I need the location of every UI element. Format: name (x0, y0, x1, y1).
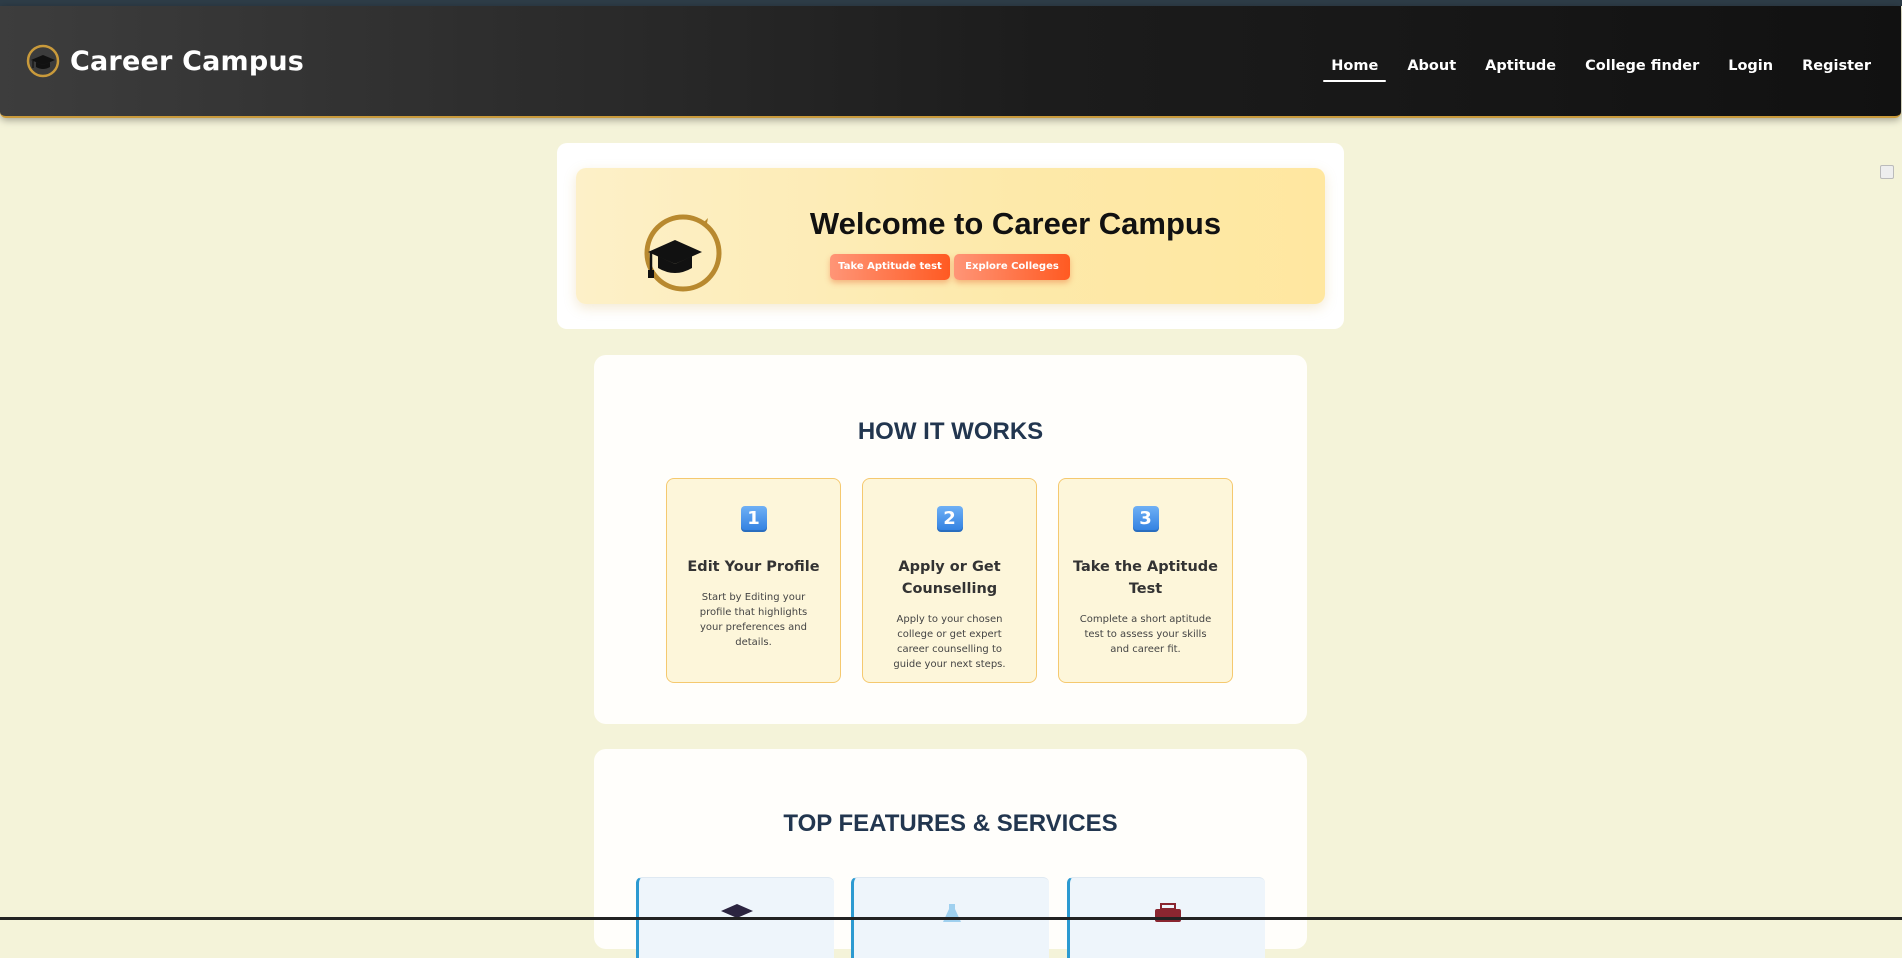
main-nav: Home About Aptitude College finder Login… (1310, 50, 1879, 82)
step-title: Edit Your Profile (687, 559, 820, 575)
how-it-works-heading: HOW IT WORKS (857, 418, 1044, 445)
step-description: Complete a short aptitude test to assess… (1079, 614, 1212, 655)
nav-item-login[interactable]: Login (1720, 50, 1781, 82)
step-card: 1 Edit Your Profile Start by Editing you… (666, 478, 841, 683)
step-title: Take the Aptitude Test (1072, 559, 1219, 597)
step-number-badge: 3 (1132, 506, 1159, 532)
brand[interactable]: Career Campus (26, 44, 304, 78)
step-number-badge: 1 (740, 506, 767, 532)
brand-title: Career Campus (70, 45, 305, 77)
side-widget-icon[interactable] (1880, 165, 1894, 179)
graduation-cap-compass-icon (26, 44, 60, 78)
nav-item-register[interactable]: Register (1794, 50, 1879, 82)
nav-item-home[interactable]: Home (1323, 50, 1387, 82)
step-card: 3 Take the Aptitude Test Complete a shor… (1058, 478, 1233, 683)
hero-title: Welcome to Career Campus (809, 206, 1222, 241)
step-number-badge: 2 (936, 506, 963, 532)
step-description: Start by Editing your profile that highl… (699, 592, 808, 648)
step-title: Apply or Get Counselling (898, 559, 1001, 597)
hero-banner: Welcome to Career Campus Take Aptitude t… (576, 168, 1325, 304)
nav-item-aptitude[interactable]: Aptitude (1477, 50, 1564, 82)
nav-item-college-finder[interactable]: College finder (1577, 50, 1707, 82)
step-description: Apply to your chosen college or get expe… (893, 614, 1006, 670)
take-aptitude-test-button[interactable]: Take Aptitude test (830, 254, 950, 280)
how-it-works-section: HOW IT WORKS 1 Edit Your Profile Start b… (594, 355, 1307, 724)
hero-section: Welcome to Career Campus Take Aptitude t… (557, 143, 1344, 329)
explore-colleges-button[interactable]: Explore Colleges (954, 254, 1070, 280)
navbar: Career Campus Home About Aptitude Colleg… (0, 6, 1901, 118)
features-heading: TOP FEATURES & SERVICES (783, 810, 1118, 837)
step-card: 2 Apply or Get Counselling Apply to your… (862, 478, 1037, 683)
nav-item-about[interactable]: About (1399, 50, 1464, 82)
hero-buttons: Take Aptitude test Explore Colleges (830, 254, 1070, 280)
